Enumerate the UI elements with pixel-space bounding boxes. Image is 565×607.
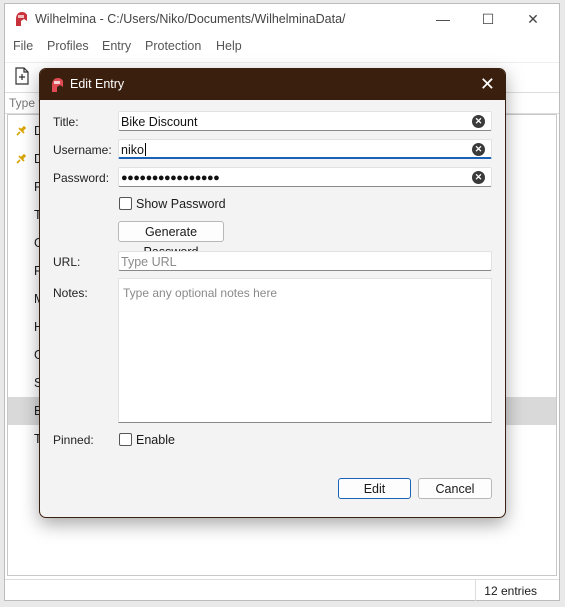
password-value: ●●●●●●●●●●●●●●●● <box>121 172 220 184</box>
url-placeholder: Type URL <box>121 255 177 269</box>
new-entry-icon[interactable] <box>13 67 31 85</box>
pin-icon <box>16 153 27 164</box>
notes-placeholder: Type any optional notes here <box>123 286 278 300</box>
show-password-checkbox[interactable] <box>119 197 132 210</box>
title-value: Bike Discount <box>121 115 198 129</box>
title-bar: Wilhelmina - C:/Users/Niko/Documents/Wil… <box>5 4 559 34</box>
pin-icon <box>16 125 27 136</box>
username-field[interactable]: niko ✕ <box>118 139 492 159</box>
menu-bar: File Profiles Entry Protection Help <box>5 37 559 57</box>
url-label: URL: <box>53 255 81 269</box>
username-label: Username: <box>53 143 112 157</box>
menu-entry[interactable]: Entry <box>102 39 131 53</box>
dialog-title: Edit Entry <box>70 77 125 91</box>
edit-entry-dialog: Edit Entry ✕ Title: Bike Discount ✕ User… <box>39 68 506 518</box>
dialog-close-button[interactable]: ✕ <box>480 74 495 94</box>
menu-file[interactable]: File <box>13 39 33 53</box>
edit-button[interactable]: Edit <box>338 478 411 499</box>
cancel-button[interactable]: Cancel <box>418 478 492 499</box>
pinned-checkbox[interactable] <box>119 433 132 446</box>
window-title: Wilhelmina - C:/Users/Niko/Documents/Wil… <box>35 12 346 26</box>
clear-password-icon[interactable]: ✕ <box>472 171 485 184</box>
menu-help[interactable]: Help <box>216 39 242 53</box>
status-divider <box>475 580 476 601</box>
app-logo-icon <box>16 12 27 26</box>
generate-password-button[interactable]: Generate Password <box>118 221 224 259</box>
url-field[interactable]: Type URL <box>118 251 492 271</box>
clear-username-icon[interactable]: ✕ <box>472 143 485 156</box>
password-label: Password: <box>53 171 110 185</box>
username-value-wrap: niko <box>121 143 146 157</box>
notes-label: Notes: <box>53 286 88 300</box>
app-logo-icon <box>52 78 63 92</box>
title-field[interactable]: Bike Discount ✕ <box>118 111 492 131</box>
show-password-label[interactable]: Show Password <box>136 197 226 211</box>
pinned-label: Pinned: <box>53 433 94 447</box>
menu-profiles[interactable]: Profiles <box>47 39 89 53</box>
title-label: Title: <box>53 115 79 129</box>
maximize-button[interactable]: ☐ <box>468 4 508 34</box>
enable-label[interactable]: Enable <box>136 433 175 447</box>
minimize-button[interactable]: — <box>423 4 463 34</box>
search-input[interactable]: Type t <box>9 96 42 110</box>
dialog-title-bar: Edit Entry ✕ <box>40 69 505 100</box>
clear-title-icon[interactable]: ✕ <box>472 115 485 128</box>
username-value: niko <box>121 143 144 157</box>
password-field[interactable]: ●●●●●●●●●●●●●●●● ✕ <box>118 167 492 187</box>
text-caret <box>144 143 146 156</box>
menu-protection[interactable]: Protection <box>145 39 201 53</box>
close-button[interactable]: ✕ <box>513 4 553 34</box>
entry-count: 12 entries <box>484 584 537 598</box>
status-bar: 12 entries <box>5 579 559 601</box>
notes-textarea[interactable]: Type any optional notes here <box>118 278 492 423</box>
